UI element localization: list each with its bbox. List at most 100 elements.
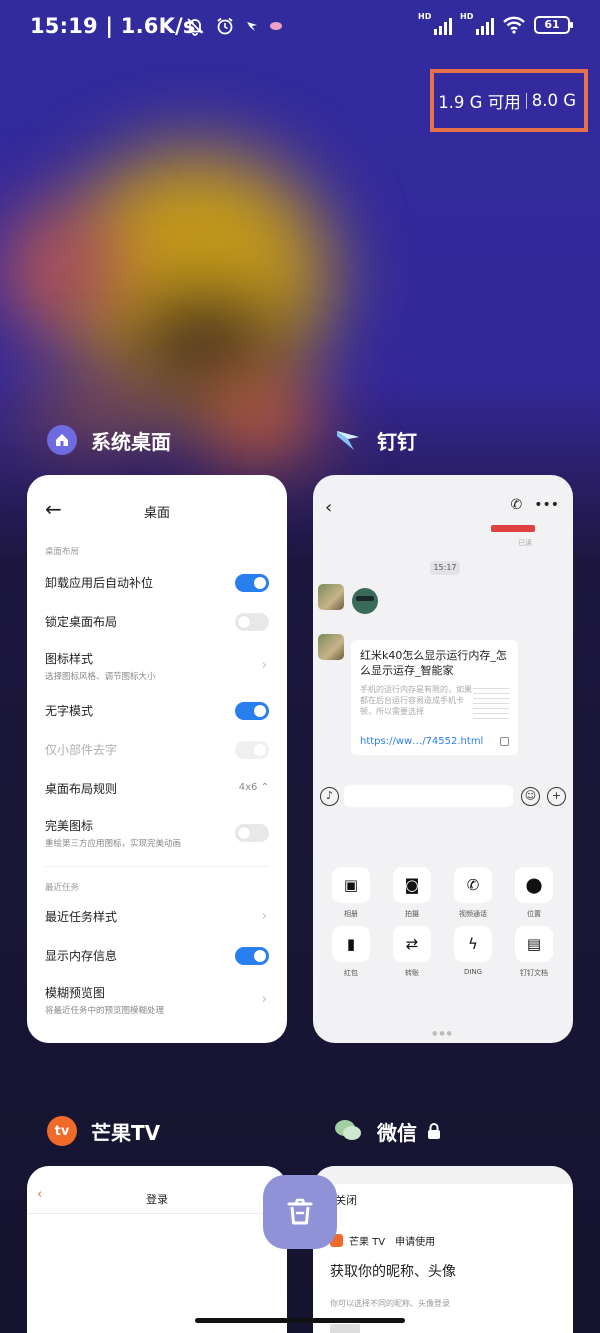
app-header-wechat[interactable]: 微信	[333, 1116, 441, 1146]
setting-row[interactable]: 无字模式	[27, 691, 287, 730]
call-icon[interactable]: ✆	[510, 497, 522, 513]
mango-tv-card[interactable]: ‹ 登录	[27, 1166, 287, 1333]
wallpaper-blur	[200, 380, 320, 460]
red-packet-icon: ▮	[332, 926, 370, 962]
chevron-right-icon: ›	[261, 908, 267, 924]
chevron-right-icon: ›	[261, 658, 267, 673]
clock: 15:19	[30, 14, 98, 38]
tool-location[interactable]: ⬤ 位置	[515, 867, 553, 919]
home-indicator[interactable]	[195, 1318, 405, 1323]
app-header-mango-tv[interactable]: tv 芒果TV	[47, 1116, 160, 1146]
more-icon[interactable]: •••	[534, 497, 559, 513]
chat-input-bar: ♪ ☺ +	[313, 785, 573, 811]
app-notify-icon	[270, 22, 282, 30]
memory-divider	[525, 92, 527, 109]
hd-label: HD	[418, 12, 432, 21]
notification-icons	[185, 16, 283, 36]
setting-row[interactable]: 桌面布局规则 4x6 ⌃	[27, 769, 287, 808]
profile-option[interactable]	[330, 1324, 360, 1333]
sender-avatar	[318, 634, 344, 660]
section-header: 最近任务	[45, 883, 80, 893]
document-icon: ▤	[515, 926, 553, 962]
memory-total: 8.0 G	[531, 91, 576, 110]
setting-row[interactable]: 卸载应用后自动补位	[27, 563, 287, 602]
emoji-icon[interactable]: ☺	[521, 787, 540, 806]
voice-icon[interactable]: ♪	[320, 787, 339, 806]
auth-app-name: 芒果 TV	[349, 1237, 386, 1248]
desktop-settings-card[interactable]: ← 桌面 桌面布局 卸载应用后自动补位 锁定桌面布局 图标样式 选择图标风格、调…	[27, 475, 287, 1043]
tool-video-call[interactable]: ✆ 视频通话	[454, 867, 492, 919]
tool-camera[interactable]: ◙ 拍摄	[393, 867, 431, 919]
lightning-icon: ϟ	[454, 926, 492, 962]
dingtalk-notify-icon	[247, 22, 257, 31]
clear-all-button[interactable]	[263, 1175, 337, 1249]
wechat-card[interactable]: 关闭 芒果 TV 申请使用 获取你的昵称、头像 你可以选择不同的昵称、头像登录	[313, 1166, 573, 1333]
setting-row[interactable]: 最近任务样式 ›	[27, 897, 287, 936]
tool-label: 红包	[344, 969, 358, 977]
video-call-icon: ✆	[454, 867, 492, 903]
back-arrow-icon[interactable]: ‹	[325, 497, 332, 518]
tool-ding[interactable]: ϟ DING	[454, 926, 492, 976]
login-title: 登录	[146, 1193, 168, 1206]
toggle-switch[interactable]	[235, 701, 269, 720]
setting-row[interactable]: 显示内存信息	[27, 936, 287, 975]
status-time: 15:19 | 1.6K/s	[30, 14, 196, 38]
chat-actions: ✆ •••	[510, 497, 559, 513]
setting-label: 桌面布局规则	[45, 782, 118, 796]
setting-row: 仅小部件去字	[27, 730, 287, 769]
wechat-app-icon	[333, 1116, 363, 1146]
message-thumbnail	[473, 684, 509, 720]
toggle-switch[interactable]	[235, 946, 269, 965]
signal-icon: HD	[460, 12, 494, 35]
message-input[interactable]	[344, 785, 513, 807]
copy-icon[interactable]	[500, 737, 509, 746]
location-icon: ⬤	[515, 867, 553, 903]
add-icon[interactable]: +	[547, 787, 566, 806]
setting-label: 图标样式	[45, 652, 94, 666]
system-icons: HD HD 61	[418, 12, 573, 35]
app-name: 微信	[377, 1120, 417, 1145]
setting-row[interactable]: 锁定桌面布局	[27, 602, 287, 641]
tool-red-packet[interactable]: ▮ 红包	[332, 926, 370, 978]
toggle-switch[interactable]	[235, 824, 269, 842]
settings-header: ← 桌面	[27, 475, 287, 545]
login-header: ‹ 登录	[27, 1166, 287, 1214]
alarm-icon	[217, 17, 233, 35]
tool-label: 视频通话	[459, 910, 487, 918]
divider	[45, 866, 269, 867]
setting-row[interactable]: 图标样式 选择图标风格、调节图标大小 ›	[27, 641, 287, 691]
auth-heading: 获取你的昵称、头像	[330, 1264, 456, 1280]
tool-label: 相册	[344, 910, 358, 918]
auth-desc: 你可以选择不同的昵称、头像登录	[330, 1299, 450, 1308]
app-header-dingtalk[interactable]: 钉钉	[333, 425, 417, 455]
setting-row[interactable]: 完美图标 重绘第三方应用图标，实现完美动画	[27, 808, 287, 858]
link-message[interactable]: 红米k40怎么显示运行内存_怎么显示运存_智能家 手机的运行内存是有限的，如果都…	[351, 640, 518, 755]
setting-row[interactable]: 模糊预览图 将最近任务中的预览图模糊处理 ›	[27, 975, 287, 1025]
sticker-image	[352, 588, 378, 614]
message-link[interactable]: https://ww…/74552.html	[360, 736, 483, 747]
toggle-switch[interactable]	[235, 573, 269, 592]
tool-label: 转账	[405, 969, 419, 977]
toggle-switch[interactable]	[235, 612, 269, 631]
tool-label: 拍摄	[405, 910, 419, 918]
chevron-right-icon: ›	[261, 992, 267, 1007]
dingtalk-app-icon	[333, 425, 363, 455]
close-link[interactable]: 关闭	[335, 1192, 357, 1208]
chat-time: 15:17	[430, 561, 460, 575]
lock-icon	[428, 1123, 440, 1139]
tool-doc[interactable]: ▤ 钉钉文档	[515, 926, 553, 978]
tool-transfer[interactable]: ⇄ 转账	[393, 926, 431, 978]
tool-album[interactable]: ▣ 相册	[332, 867, 370, 919]
setting-label: 最近任务样式	[45, 910, 118, 924]
dingtalk-chat-card[interactable]: ‹ ✆ ••• 已读 15:17 红米k40怎么显示运行内存_怎么显示运存_智能…	[313, 475, 573, 1043]
page-dots: ●●●	[432, 1030, 454, 1037]
mute-bell-icon	[186, 18, 204, 36]
app-header-desktop[interactable]: 系统桌面	[47, 425, 171, 455]
setting-description: 重绘第三方应用图标，实现完美动画	[45, 839, 182, 849]
message-title: 红米k40怎么显示运行内存_怎么显示运存_智能家	[360, 649, 507, 677]
app-name: 系统桌面	[91, 429, 171, 454]
read-status: 已读	[518, 539, 532, 547]
image-icon: ▣	[332, 867, 370, 903]
status-bar: 15:19 | 1.6K/s HD HD 61	[0, 0, 600, 56]
setting-description: 将最近任务中的预览图模糊处理	[45, 1006, 165, 1016]
